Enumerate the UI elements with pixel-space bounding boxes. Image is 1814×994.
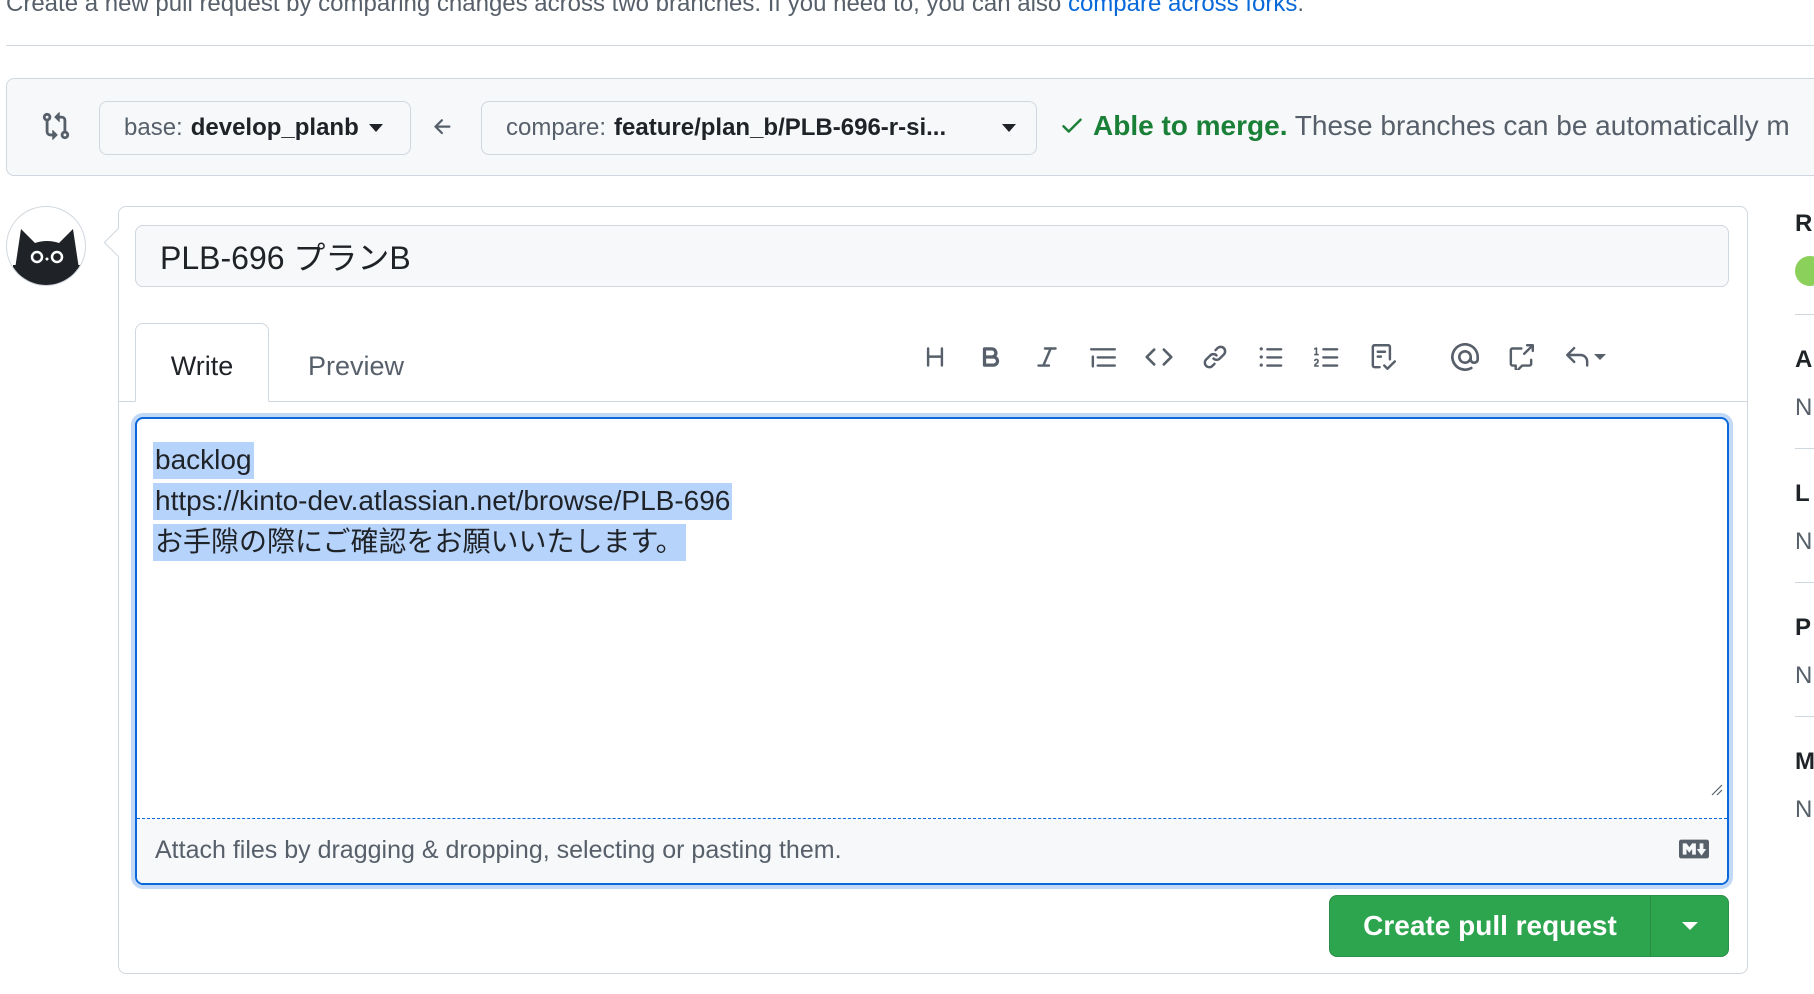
pr-body-textarea[interactable]: backlog https://kinto-dev.atlassian.net/… bbox=[135, 417, 1729, 885]
body-line: お手隙の際にご確認をお願いいたします。 bbox=[153, 524, 686, 561]
intro-period: . bbox=[1297, 0, 1305, 17]
pr-title-input[interactable] bbox=[135, 225, 1729, 287]
intro-description: Create a new pull request by comparing c… bbox=[6, 0, 1068, 17]
sidebar-heading: M bbox=[1795, 748, 1814, 775]
chevron-down-icon bbox=[368, 124, 383, 132]
chevron-down-icon bbox=[1681, 922, 1698, 930]
divider bbox=[1795, 448, 1814, 449]
bold-icon[interactable] bbox=[971, 337, 1011, 377]
tabs-divider bbox=[119, 401, 1747, 402]
merge-status-detail: These branches can be automatically m bbox=[1294, 110, 1790, 141]
body-line: backlog bbox=[153, 442, 254, 479]
unordered-list-icon[interactable] bbox=[1251, 337, 1291, 377]
arrow-left-icon bbox=[431, 115, 455, 144]
check-icon bbox=[1059, 112, 1085, 145]
task-list-icon[interactable] bbox=[1363, 337, 1403, 377]
sidebar-value: N bbox=[1795, 662, 1813, 689]
compare-branch-name: feature/plan_b/PLB-696-r-si... bbox=[614, 114, 947, 141]
divider bbox=[6, 45, 1814, 46]
sidebar-value: N bbox=[1795, 394, 1813, 421]
chevron-down-icon bbox=[1002, 124, 1016, 132]
markdown-icon[interactable] bbox=[1679, 839, 1709, 864]
sidebar-milestone[interactable]: M N bbox=[1795, 748, 1814, 824]
merge-status: Able to merge. These branches can be aut… bbox=[1059, 110, 1790, 145]
italic-icon[interactable] bbox=[1027, 337, 1067, 377]
sidebar-reviewers[interactable]: R bbox=[1795, 210, 1814, 286]
divider bbox=[1795, 716, 1814, 717]
create-options-dropdown[interactable] bbox=[1651, 896, 1728, 956]
avatar[interactable] bbox=[6, 206, 86, 286]
sidebar-labels[interactable]: L N bbox=[1795, 480, 1814, 556]
sidebar-assignees[interactable]: A N bbox=[1795, 346, 1814, 422]
base-branch-name: develop_planb bbox=[190, 114, 359, 141]
compare-prefix: compare: bbox=[506, 114, 607, 141]
link-icon[interactable] bbox=[1195, 337, 1235, 377]
heading-icon[interactable] bbox=[915, 337, 955, 377]
create-pull-request-group: Create pull request bbox=[1329, 895, 1729, 957]
divider bbox=[1795, 582, 1814, 583]
body-line: https://kinto-dev.atlassian.net/browse/P… bbox=[153, 483, 733, 520]
compare-branch-select[interactable]: compare: feature/plan_b/PLB-696-r-si... bbox=[481, 101, 1037, 155]
reviewer-avatar bbox=[1795, 256, 1814, 286]
pr-body-content: backlog https://kinto-dev.atlassian.net/… bbox=[153, 439, 733, 562]
compare-forks-link[interactable]: compare across forks bbox=[1068, 0, 1297, 17]
sidebar-value: N bbox=[1795, 528, 1813, 555]
quote-icon[interactable] bbox=[1083, 337, 1123, 377]
sidebar-heading: L bbox=[1795, 480, 1810, 507]
git-compare-icon bbox=[41, 111, 71, 146]
sidebar-projects[interactable]: P N bbox=[1795, 614, 1814, 690]
attach-files-hint: Attach files by dragging & dropping, sel… bbox=[155, 836, 842, 864]
sidebar-heading: R bbox=[1795, 210, 1813, 237]
resize-handle-icon[interactable] bbox=[1709, 782, 1723, 801]
sidebar-value: N bbox=[1795, 796, 1813, 823]
sidebar-heading: A bbox=[1795, 346, 1813, 373]
tab-preview[interactable]: Preview bbox=[273, 323, 439, 402]
sidebar-heading: P bbox=[1795, 614, 1812, 641]
attach-files-bar[interactable]: Attach files by dragging & dropping, sel… bbox=[137, 818, 1727, 883]
divider bbox=[1795, 314, 1814, 315]
mention-icon[interactable] bbox=[1445, 337, 1485, 377]
chevron-down-icon bbox=[1594, 354, 1606, 360]
base-branch-select[interactable]: base: develop_planb bbox=[99, 101, 411, 155]
tab-write[interactable]: Write bbox=[135, 323, 269, 402]
intro-text: Create a new pull request by comparing c… bbox=[6, 0, 1304, 18]
base-prefix: base: bbox=[124, 114, 183, 141]
reference-icon[interactable] bbox=[1501, 337, 1541, 377]
code-icon[interactable] bbox=[1139, 337, 1179, 377]
branch-range-bar: base: develop_planb compare: feature/pla… bbox=[6, 78, 1814, 176]
create-pull-request-button[interactable]: Create pull request bbox=[1330, 896, 1651, 956]
pull-request-form: Write Preview bbox=[118, 206, 1748, 974]
ordered-list-icon[interactable] bbox=[1307, 337, 1347, 377]
merge-status-label: Able to merge. bbox=[1093, 110, 1288, 141]
reply-icon[interactable] bbox=[1557, 337, 1613, 377]
